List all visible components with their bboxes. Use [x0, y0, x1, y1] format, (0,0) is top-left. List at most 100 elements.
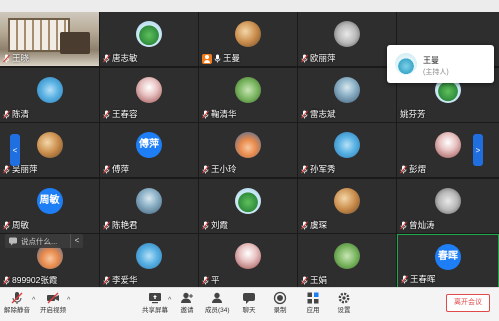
video-frame-desk [60, 32, 90, 54]
participant-tile[interactable]: 鞠清华 [199, 67, 297, 122]
mic-muted-icon [202, 276, 209, 285]
members-button[interactable]: 成员(34) [205, 291, 230, 315]
participant-tile[interactable]: 陈艳君 [100, 178, 198, 233]
share-screen-icon [149, 293, 161, 304]
participant-name: 李爱华 [112, 275, 138, 285]
participant-label: 姚芬芳 [400, 109, 426, 120]
settings-button[interactable]: 设置 [337, 291, 351, 315]
participant-label: 平 [202, 275, 220, 286]
participant-tile[interactable]: 孙军秀 [298, 123, 396, 177]
share-screen-button[interactable]: 共享屏幕 [142, 291, 168, 315]
host-popup-card[interactable]: 王曼 (主持人) [387, 45, 494, 83]
participant-tile[interactable]: 曾灿涛 [397, 178, 499, 233]
participant-label: 虞琛 [301, 220, 327, 231]
avatar [136, 76, 162, 103]
participant-label: 孙军秀 [301, 164, 336, 175]
participant-name: 陈清 [12, 108, 30, 119]
participant-name: 刘霞 [211, 219, 229, 230]
participant-tile[interactable]: 春晖 王春晖 [397, 234, 499, 288]
host-role: (主持人) [423, 69, 449, 76]
mic-muted-icon [103, 165, 110, 174]
participant-tile[interactable]: 刘霞 [199, 178, 297, 233]
participant-label: 曾灿涛 [400, 220, 435, 231]
participant-tile[interactable]: 王曼 [199, 12, 297, 66]
participant-tile[interactable]: 彭熠 [397, 123, 499, 177]
participant-label: 刘霞 [202, 220, 228, 231]
share-options-chevron[interactable]: ^ [168, 297, 171, 304]
participant-tile[interactable]: 王晓 [0, 12, 99, 66]
participant-label: 鞠清华 [202, 109, 237, 120]
participant-name: 王春晖 [410, 274, 436, 284]
participant-tile[interactable]: 欧丽萍 [298, 12, 396, 66]
video-options-chevron[interactable]: ^ [67, 297, 70, 304]
avatar [235, 76, 261, 103]
avatar [334, 132, 360, 158]
camera-off-icon [47, 292, 59, 304]
participant-tile[interactable]: 李爱华 [100, 234, 198, 288]
avatar [334, 187, 360, 214]
participant-label: 王小玲 [202, 164, 237, 175]
participant-label: 李爱华 [103, 275, 138, 286]
mic-muted-icon [103, 110, 110, 118]
mic-muted-icon [103, 276, 110, 285]
apps-button[interactable]: 应用 [306, 291, 320, 315]
participant-tile[interactable]: 傅萍 傅萍 [100, 123, 198, 177]
participant-tile[interactable]: 平 [199, 234, 297, 288]
mic-muted-icon [301, 54, 308, 63]
participant-tile[interactable]: 王娟 [298, 234, 396, 288]
invite-icon [181, 292, 193, 303]
avatar [136, 187, 162, 214]
participant-tile[interactable]: 唐志敏 [100, 12, 198, 66]
chat-bubble-input[interactable]: 说点什么... < [5, 234, 83, 248]
chat-collapse-button[interactable]: < [70, 234, 83, 248]
avatar [435, 187, 461, 214]
record-label: 录制 [273, 307, 287, 314]
start-video-button[interactable]: 开启视频 [40, 291, 66, 315]
mic-muted-icon [401, 275, 408, 284]
invite-button[interactable]: 邀请 [180, 291, 194, 315]
prev-page-button[interactable]: < [10, 134, 20, 166]
unmute-button[interactable]: 解除静音 [4, 291, 30, 315]
participant-tile[interactable]: 陈清 [0, 67, 99, 122]
share-screen-label: 共享屏幕 [142, 307, 168, 314]
mic-muted-icon [3, 165, 10, 174]
record-icon [273, 291, 287, 305]
record-button[interactable]: 录制 [273, 291, 287, 315]
participant-name: 陈艳君 [112, 219, 138, 230]
avatar [36, 76, 63, 103]
participant-tile[interactable]: 王春容 [100, 67, 198, 122]
avatar [235, 187, 261, 214]
participant-tile[interactable]: 虞琛 [298, 178, 396, 233]
avatar: 傅萍 [136, 132, 162, 158]
mic-muted-icon [103, 54, 110, 63]
participant-label: 唐志敏 [103, 53, 138, 64]
participant-name: 899902张霞 [12, 275, 58, 285]
mic-muted-icon [202, 165, 209, 174]
audio-options-chevron[interactable]: ^ [32, 297, 35, 304]
participant-tile[interactable]: 周敏 周敏 [0, 178, 99, 233]
members-label: 成员(34) [205, 307, 230, 314]
participant-label: 傅萍 [103, 164, 129, 175]
mic-muted-icon [400, 165, 407, 174]
participant-tile[interactable]: 王小玲 [199, 123, 297, 177]
participant-tile[interactable]: 雷志斌 [298, 67, 396, 122]
next-page-button[interactable]: > [473, 134, 483, 166]
chat-button[interactable]: 聊天 [242, 291, 256, 315]
chat-placeholder: 说点什么... [21, 236, 58, 246]
host-badge-icon [202, 53, 212, 64]
participant-name: 王曼 [223, 53, 241, 63]
mic-muted-icon [3, 276, 10, 285]
participant-name: 王小玲 [211, 164, 237, 174]
avatar [235, 243, 261, 269]
chat-label: 聊天 [242, 307, 256, 314]
mic-muted-icon [301, 110, 308, 118]
participant-name: 雷志斌 [310, 108, 336, 119]
participant-name: 平 [211, 275, 220, 285]
participant-name: 孙军秀 [310, 164, 336, 174]
leave-meeting-button[interactable]: 离开会议 [446, 294, 490, 312]
chevron-right-icon: > [475, 145, 481, 155]
settings-label: 设置 [337, 307, 351, 314]
mic-muted-icon [202, 221, 209, 229]
unmute-label: 解除静音 [4, 307, 30, 314]
apps-icon [307, 292, 319, 304]
